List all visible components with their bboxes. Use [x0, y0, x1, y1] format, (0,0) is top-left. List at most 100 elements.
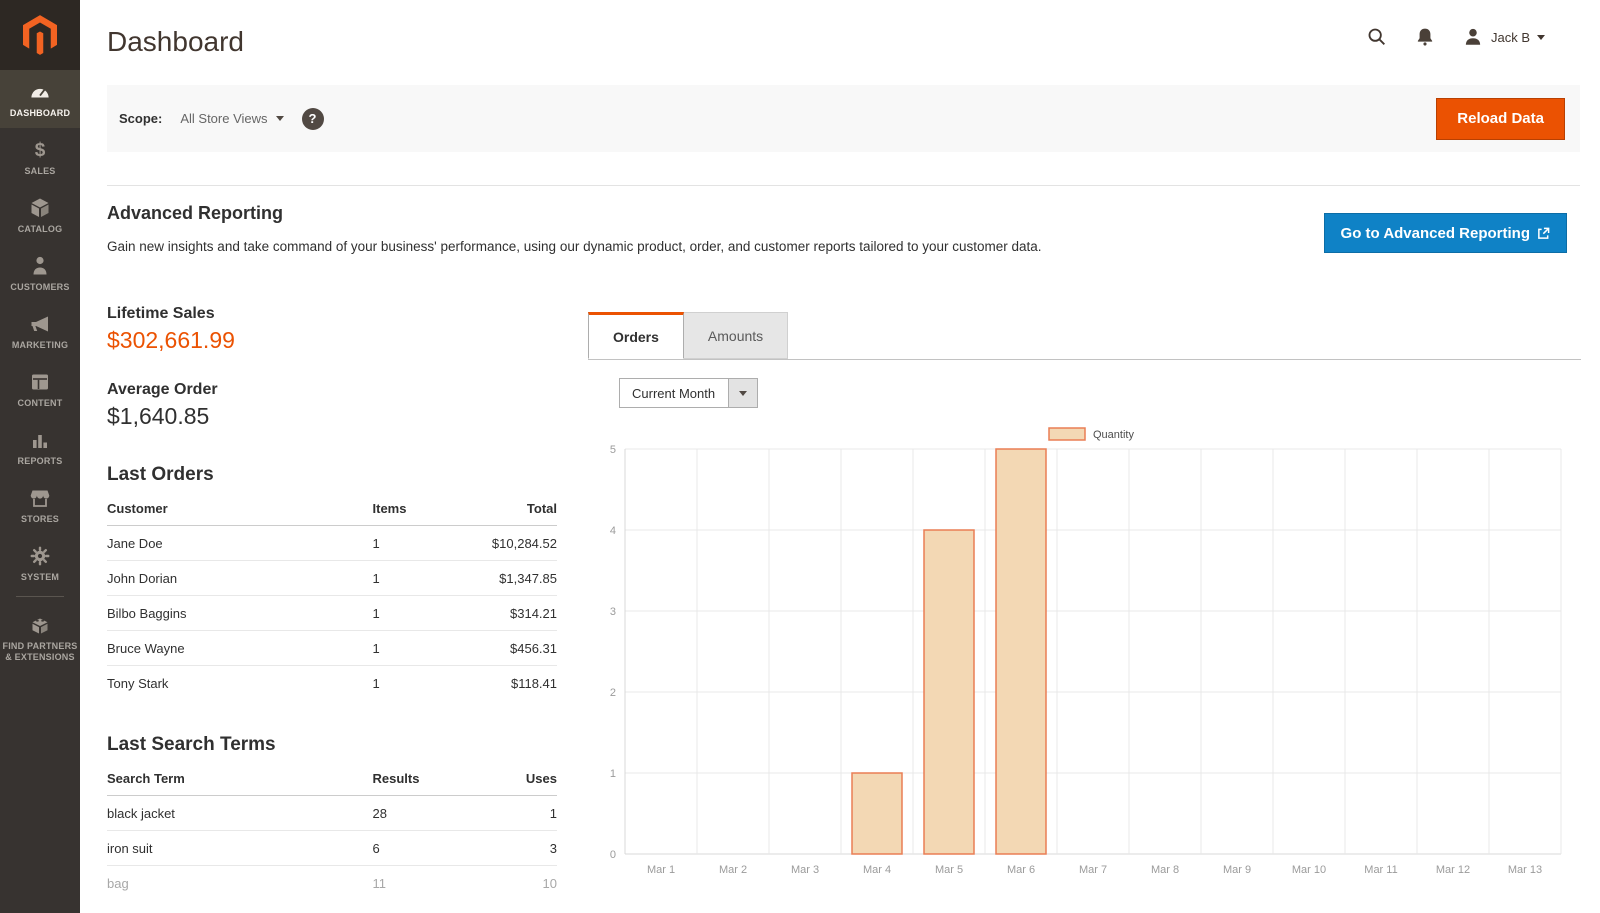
chevron-down-icon: [1537, 35, 1545, 40]
table-row[interactable]: iron suit63: [107, 831, 557, 866]
order-items: 1: [373, 526, 477, 561]
table-row[interactable]: Bilbo Baggins1$314.21: [107, 596, 557, 631]
notifications-bell-icon[interactable]: [1414, 26, 1436, 48]
summary-column: Lifetime Sales $302,661.99 Average Order…: [107, 305, 557, 900]
sidebar-item-reports[interactable]: REPORTS: [0, 418, 80, 476]
svg-text:Mar 4: Mar 4: [863, 864, 891, 876]
table-row[interactable]: Jane Doe1$10,284.52: [107, 526, 557, 561]
column-header-search-term: Search Term: [107, 762, 373, 796]
marketing-icon: [2, 312, 78, 336]
table-row[interactable]: John Dorian1$1,347.85: [107, 561, 557, 596]
store-view-switcher[interactable]: All Store Views: [180, 111, 283, 126]
chart-tabs: Orders Amounts: [588, 312, 1581, 360]
period-value: Current Month: [620, 386, 728, 401]
column-header-results: Results: [373, 762, 477, 796]
sidebar-item-marketing[interactable]: MARKETING: [0, 302, 80, 360]
svg-text:Mar 7: Mar 7: [1079, 864, 1107, 876]
search-results: 11: [373, 866, 477, 901]
sidebar-item-system[interactable]: SYSTEM: [0, 534, 80, 592]
sidebar-divider: [16, 596, 64, 597]
chevron-down-icon[interactable]: [728, 379, 757, 407]
sidebar-item-stores[interactable]: STORES: [0, 476, 80, 534]
last-orders-table: Customer Items Total Jane Doe1$10,284.52…: [107, 492, 557, 700]
svg-text:Mar 13: Mar 13: [1508, 864, 1542, 876]
last-search-terms-title: Last Search Terms: [107, 734, 557, 756]
table-row[interactable]: Bruce Wayne1$456.31: [107, 631, 557, 666]
search-results: 28: [373, 796, 477, 831]
sidebar-item-customers[interactable]: CUSTOMERS: [0, 244, 80, 302]
search-term[interactable]: black jacket: [107, 796, 373, 831]
tab-orders[interactable]: Orders: [588, 312, 684, 359]
partners-icon: [2, 613, 78, 637]
table-row[interactable]: black jacket281: [107, 796, 557, 831]
search-icon[interactable]: [1366, 26, 1388, 48]
reload-data-button[interactable]: Reload Data: [1436, 98, 1565, 140]
advanced-reporting-description: Gain new insights and take command of yo…: [107, 239, 1107, 254]
order-total: $314.21: [476, 596, 557, 631]
user-avatar-icon: [1462, 26, 1484, 48]
order-total: $1,347.85: [476, 561, 557, 596]
svg-text:Mar 6: Mar 6: [1007, 864, 1035, 876]
average-order-value: $1,640.85: [107, 403, 557, 430]
svg-text:Mar 11: Mar 11: [1364, 864, 1397, 876]
sidebar-item-find-partners[interactable]: FIND PARTNERS & EXTENSIONS: [0, 603, 80, 672]
svg-text:1: 1: [610, 768, 616, 780]
stores-icon: [2, 486, 78, 510]
sidebar-item-content[interactable]: CONTENT: [0, 360, 80, 418]
svg-text:Mar 5: Mar 5: [935, 864, 963, 876]
magento-admin-dashboard: DASHBOARD $ SALES CATALOG CUSTOMERS MARK…: [0, 0, 1600, 913]
order-customer[interactable]: Bruce Wayne: [107, 631, 373, 666]
search-uses: 1: [476, 796, 557, 831]
magento-logo[interactable]: [0, 0, 80, 70]
go-to-advanced-reporting-button[interactable]: Go to Advanced Reporting: [1324, 213, 1567, 253]
search-term[interactable]: iron suit: [107, 831, 373, 866]
magento-logo-icon: [23, 15, 57, 55]
order-customer[interactable]: Tony Stark: [107, 666, 373, 701]
scope-bar: Scope: All Store Views ? Reload Data: [107, 85, 1580, 152]
order-customer[interactable]: John Dorian: [107, 561, 373, 596]
last-orders-title: Last Orders: [107, 464, 557, 486]
lifetime-sales-stat: Lifetime Sales $302,661.99: [107, 305, 557, 354]
svg-text:Mar 1: Mar 1: [647, 864, 675, 876]
sidebar-item-label: CONTENT: [2, 398, 78, 409]
reports-icon: [2, 428, 78, 452]
svg-text:Quantity: Quantity: [1093, 429, 1134, 441]
sidebar-item-catalog[interactable]: CATALOG: [0, 186, 80, 244]
search-term[interactable]: bag: [107, 866, 373, 901]
svg-text:$: $: [35, 140, 46, 161]
sidebar-item-sales[interactable]: $ SALES: [0, 128, 80, 186]
average-order-stat: Average Order $1,640.85: [107, 381, 557, 430]
order-items: 1: [373, 561, 477, 596]
sidebar: DASHBOARD $ SALES CATALOG CUSTOMERS MARK…: [0, 0, 80, 913]
sidebar-item-label: DASHBOARD: [2, 108, 78, 119]
sidebar-item-label: STORES: [2, 514, 78, 525]
system-icon: [2, 544, 78, 568]
external-link-icon: [1537, 227, 1550, 240]
search-results: 6: [373, 831, 477, 866]
svg-text:Mar 2: Mar 2: [719, 864, 747, 876]
lifetime-sales-label: Lifetime Sales: [107, 305, 557, 323]
section-divider: [107, 185, 1580, 186]
lifetime-sales-value: $302,661.99: [107, 327, 557, 354]
content-icon: [2, 370, 78, 394]
order-items: 1: [373, 596, 477, 631]
sidebar-item-label: CUSTOMERS: [2, 282, 78, 293]
svg-text:2: 2: [610, 687, 616, 699]
sidebar-item-dashboard[interactable]: DASHBOARD: [0, 70, 80, 128]
sidebar-item-label: SALES: [2, 166, 78, 177]
order-total: $10,284.52: [476, 526, 557, 561]
order-items: 1: [373, 631, 477, 666]
table-row[interactable]: Tony Stark1$118.41: [107, 666, 557, 701]
user-menu[interactable]: Jack B: [1462, 26, 1545, 48]
order-items: 1: [373, 666, 477, 701]
top-header: Dashboard Jack B: [80, 0, 1600, 85]
go-to-advanced-reporting-label: Go to Advanced Reporting: [1341, 225, 1530, 242]
table-row[interactable]: bag1110: [107, 866, 557, 901]
advanced-reporting-section: Advanced Reporting Gain new insights and…: [107, 203, 1580, 254]
tab-amounts[interactable]: Amounts: [684, 312, 788, 359]
help-icon[interactable]: ?: [302, 108, 324, 130]
order-customer[interactable]: Bilbo Baggins: [107, 596, 373, 631]
period-select[interactable]: Current Month: [619, 378, 758, 408]
order-customer[interactable]: Jane Doe: [107, 526, 373, 561]
search-uses: 3: [476, 831, 557, 866]
